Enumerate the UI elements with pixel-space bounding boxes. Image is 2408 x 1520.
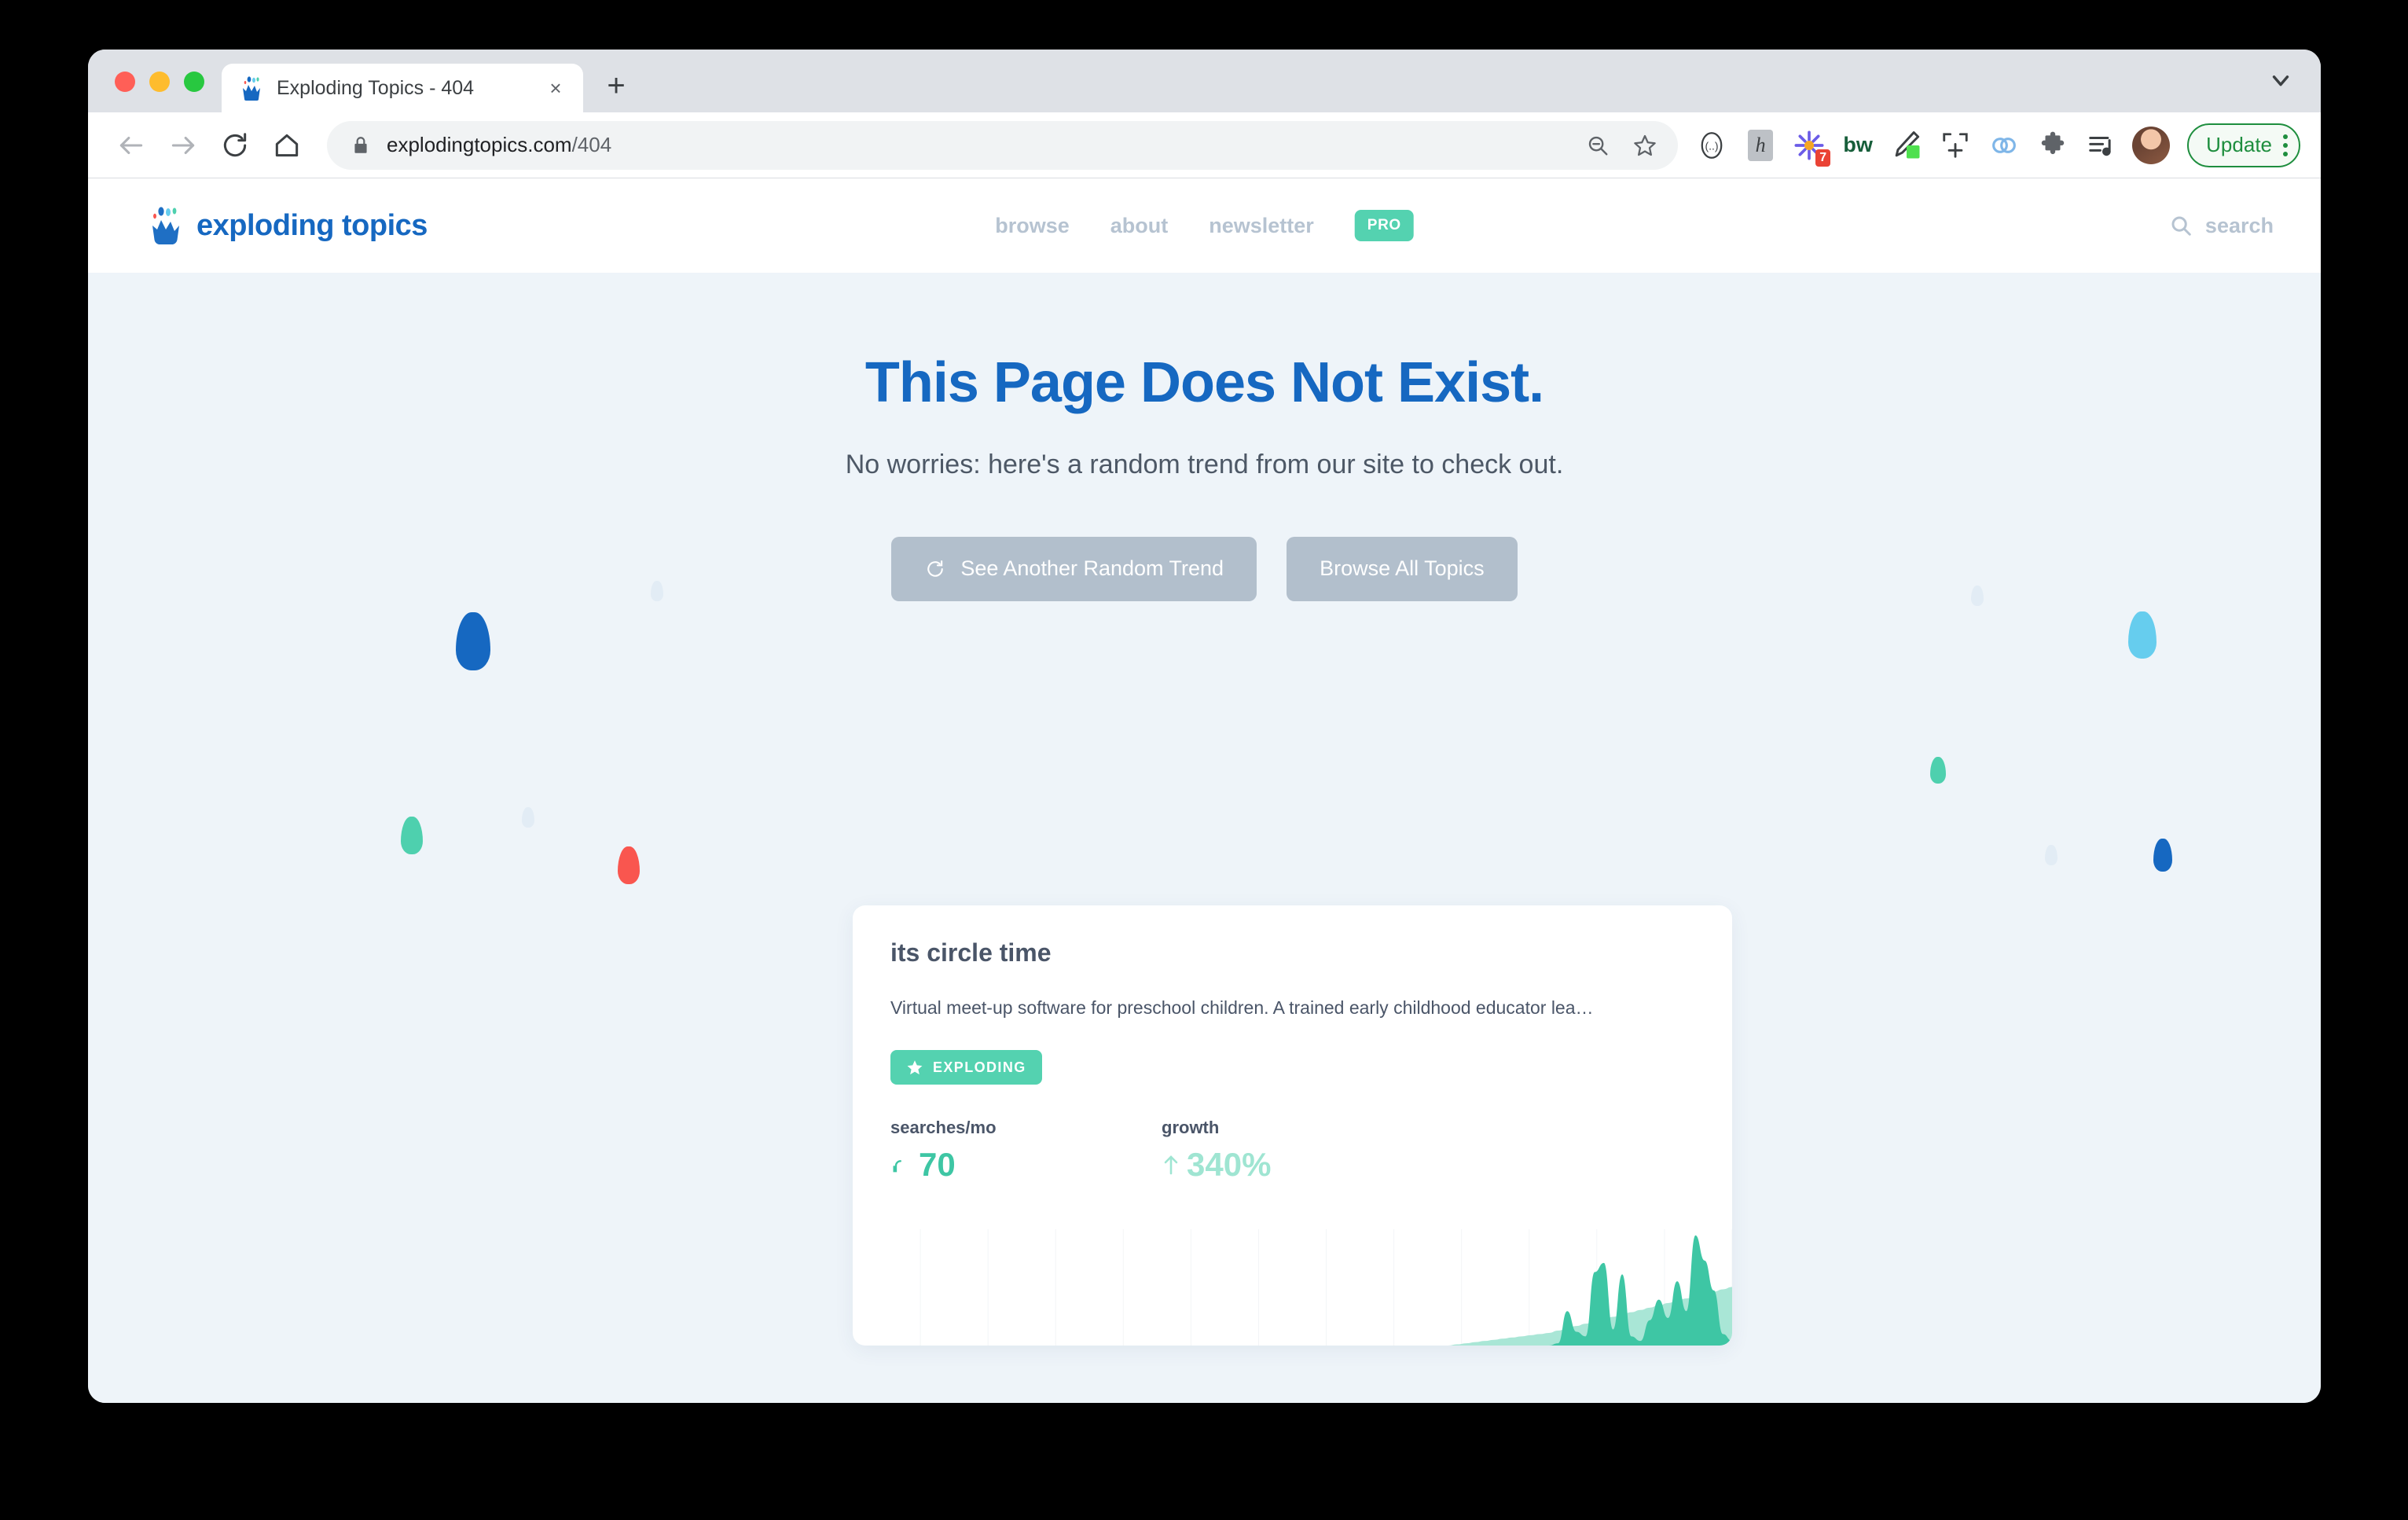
reading-list-icon[interactable] [2079,123,2124,168]
chart-area-search-volume [853,1235,1732,1346]
forward-arrow-icon[interactable] [159,121,207,170]
trend-description: Virtual meet-up software for preschool c… [890,997,1594,1018]
nav-link-browse[interactable]: browse [995,214,1070,238]
pro-badge[interactable]: PRO [1354,210,1414,241]
metric-growth: growth 340% [1162,1118,1433,1184]
see-another-random-trend-button[interactable]: See Another Random Trend [891,536,1257,601]
droplet-shape [618,846,640,884]
address-path: /404 [571,133,612,156]
browse-all-topics-button[interactable]: Browse All Topics [1287,536,1518,601]
zoom-out-icon[interactable] [1576,123,1620,167]
hero-actions: See Another Random Trend Browse All Topi… [88,536,2321,601]
droplet-shape [456,612,490,670]
site-logo[interactable]: exploding topics [148,205,428,246]
burst-extension-badge: 7 [1815,149,1831,167]
droplet-shape [522,807,534,828]
star-icon [907,1060,923,1075]
chevron-down-icon[interactable] [2267,67,2294,94]
bar-chart-icon [893,1160,901,1173]
lock-icon [351,135,371,156]
page-subtitle: No worries: here's a random trend from o… [845,449,1564,479]
browse-all-topics-label: Browse All Topics [1320,556,1485,581]
address-domain: explodingtopics.com [387,133,572,156]
new-tab-button[interactable]: + [594,64,638,108]
burst-extension[interactable]: 7 [1786,123,1832,168]
puzzle-extensions-icon[interactable] [2030,123,2076,168]
star-icon[interactable] [1623,123,1667,167]
minimize-window-button[interactable] [149,72,170,92]
window-traffic-lights [88,72,222,112]
profile-avatar[interactable] [2132,126,2171,164]
droplet-shape [2153,839,2172,872]
search-icon [2171,216,2191,236]
svg-text:(..): (..) [1705,139,1719,152]
update-button-label: Update [2206,133,2272,156]
status-badge: EXPLODING [890,1050,1042,1085]
exploding-topics-favicon [243,76,260,101]
back-arrow-icon[interactable] [107,121,156,170]
droplet-shape [2128,611,2157,659]
metric-searches: searches/mo 70 [890,1118,1162,1184]
trend-chart [853,1226,1732,1346]
metric-growth-value-row: 340% [1162,1146,1433,1184]
browser-toolbar: explodingtopics.com/404 (..) h 7 bw Upda… [88,112,2321,178]
droplet-shape [401,817,423,854]
metric-growth-value: 340% [1187,1146,1272,1183]
metric-searches-value: 70 [919,1146,956,1183]
refresh-icon [927,560,944,577]
site-nav: browse about newsletter PRO [995,210,1414,241]
nav-link-newsletter[interactable]: newsletter [1209,214,1314,238]
trend-chart-svg [853,1229,1732,1346]
trend-card-body: its circle time Virtual meet-up software… [853,905,1732,1184]
kebab-menu-icon[interactable] [2283,134,2288,156]
home-icon[interactable] [262,121,311,170]
browser-tab[interactable]: Exploding Topics - 404 × [222,64,583,112]
search-label: search [2204,213,2274,237]
color-picker-extension[interactable] [1884,123,1929,168]
browser-window: Exploding Topics - 404 × + explodingtopi… [88,50,2321,1403]
bitwarden-extension[interactable]: bw [1835,123,1881,168]
search-button[interactable]: search [2169,214,2274,238]
address-bar-actions [1576,123,1667,167]
eyedropper-icon [1895,130,1920,158]
see-another-random-trend-label: See Another Random Trend [960,556,1224,581]
update-button[interactable]: Update [2187,123,2300,167]
hypothesis-extension[interactable]: h [1738,123,1783,168]
maximize-window-button[interactable] [184,72,204,92]
nav-link-about[interactable]: about [1110,214,1169,238]
metric-searches-value-row: 70 [890,1146,1162,1184]
close-window-button[interactable] [115,72,135,92]
page-viewport: exploding topics browse about newsletter… [88,178,2321,1403]
reload-icon[interactable] [211,121,259,170]
address-bar-url: explodingtopics.com/404 [387,133,1576,157]
exploding-topics-logo-icon [152,207,179,245]
metric-growth-label: growth [1162,1118,1220,1137]
site-brand-name: exploding topics [196,208,428,242]
screenshot-extension[interactable] [1933,123,1978,168]
trend-metrics: searches/mo 70 growth 340% [890,1118,1694,1184]
honey-extension[interactable] [1981,123,2027,168]
droplet-shape [2045,845,2057,865]
trend-title: its circle time [890,938,1052,967]
trend-card[interactable]: its circle time Virtual meet-up software… [853,905,1732,1346]
hypothesis-glyph: h [1748,129,1774,161]
hero-section: This Page Does Not Exist. No worries: he… [88,273,2321,601]
site-header: exploding topics browse about newsletter… [88,178,2321,273]
extensions-tray: (..) h 7 bw Update [1689,123,2300,168]
droplet-shape [1930,757,1946,784]
browser-tab-title: Exploding Topics - 404 [277,76,475,99]
page-title: This Page Does Not Exist. [864,351,1544,414]
status-badge-label: EXPLODING [933,1059,1026,1075]
dots-circle-extension[interactable]: (..) [1689,123,1734,168]
close-tab-button[interactable]: × [542,75,569,101]
address-bar[interactable]: explodingtopics.com/404 [327,120,1679,170]
browser-tab-strip: Exploding Topics - 404 × + [88,50,2321,112]
metric-searches-label: searches/mo [890,1118,997,1137]
up-arrow-icon [1164,1155,1178,1175]
